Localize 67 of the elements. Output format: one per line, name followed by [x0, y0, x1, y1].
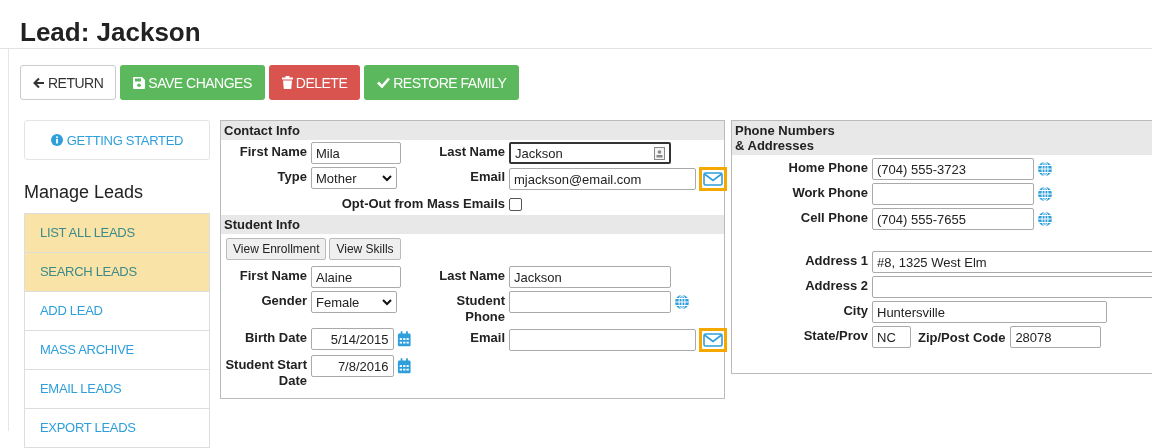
view-button[interactable]: View Enrollment	[226, 238, 327, 260]
field-label: State/Prov	[802, 327, 868, 345]
checkbox[interactable]	[509, 198, 522, 211]
phone-field[interactable]	[509, 291, 671, 313]
select-field[interactable]: Female	[311, 291, 397, 313]
field-label: Opt-Out from Mass Emails	[340, 195, 505, 212]
section-header: Contact Info	[221, 121, 724, 140]
field-label: Zip/Post Code	[917, 329, 1007, 346]
text-field[interactable]: Jackson	[509, 266, 671, 288]
text-field[interactable]: Mila	[311, 142, 401, 164]
field-label: First Name	[238, 143, 307, 160]
address-field[interactable]	[872, 276, 1152, 298]
section-header: Phone Numbers & Addresses	[732, 121, 848, 155]
email-icon-frame[interactable]	[699, 328, 727, 352]
text-field[interactable]: 28078	[1010, 326, 1102, 348]
save-icon	[133, 76, 146, 89]
section-header: Student Info	[221, 215, 724, 234]
email-field[interactable]: mjackson@email.com	[509, 168, 696, 190]
globe-icon[interactable]	[1037, 161, 1053, 177]
page-title: Lead: Jackson	[0, 0, 1152, 49]
arrow-left-icon	[33, 76, 45, 89]
field-label: Birth Date	[243, 329, 307, 346]
mail-icon[interactable]	[703, 172, 723, 186]
delete-button[interactable]: DELETE	[268, 65, 361, 100]
date-field[interactable]: 7/8/2016	[311, 355, 394, 377]
address-field[interactable]: Huntersville	[872, 301, 1107, 323]
globe-icon[interactable]	[1037, 211, 1053, 227]
globe-icon[interactable]	[1037, 186, 1053, 202]
field-label: Address 2	[804, 277, 868, 295]
calendar-icon[interactable]	[396, 330, 411, 348]
field-label: Last Name	[438, 143, 505, 160]
date-field[interactable]: 5/14/2015	[311, 328, 394, 350]
email-icon-frame[interactable]	[699, 167, 727, 191]
sidebar-heading: Manage Leads	[24, 182, 145, 203]
email-field[interactable]	[509, 329, 696, 351]
globe-icon[interactable]	[674, 294, 690, 310]
field-label: Email	[469, 168, 505, 185]
field-label: Student Phone	[455, 292, 505, 325]
field-label: Email	[469, 329, 505, 346]
field-label: Last Name	[438, 267, 505, 284]
return-button[interactable]: RETURN	[20, 65, 117, 100]
trash-icon	[281, 76, 293, 89]
text-field[interactable]: Jackson	[509, 142, 671, 164]
contact-card-icon[interactable]	[654, 146, 665, 160]
field-label: Type	[276, 168, 307, 185]
field-label: City	[842, 302, 868, 320]
calendar-icon[interactable]	[396, 357, 411, 375]
field-label: Student Start Date	[224, 356, 307, 389]
view-button[interactable]: View Skills	[329, 238, 401, 260]
phone-field[interactable]	[872, 183, 1034, 205]
field-label: Home Phone	[787, 159, 868, 177]
text-field[interactable]: NC	[872, 326, 911, 348]
address-field[interactable]: #8, 1325 West Elm	[872, 251, 1152, 273]
field-label: Address 1	[804, 252, 868, 270]
mail-icon[interactable]	[703, 333, 723, 347]
phone-field[interactable]: (704) 555-3723	[872, 158, 1034, 180]
select-field[interactable]: Mother	[311, 167, 397, 189]
chevron-icon	[382, 174, 392, 182]
field-label: First Name	[238, 267, 307, 284]
phone-field[interactable]: (704) 555-7655	[872, 208, 1034, 230]
chevron-icon	[382, 298, 392, 306]
field-label: Work Phone	[791, 184, 868, 202]
text-field[interactable]: Alaine	[311, 266, 401, 288]
field-label: Cell Phone	[799, 209, 868, 227]
info-icon	[50, 134, 63, 146]
field-label: Gender	[260, 292, 307, 309]
check-icon	[377, 77, 391, 88]
